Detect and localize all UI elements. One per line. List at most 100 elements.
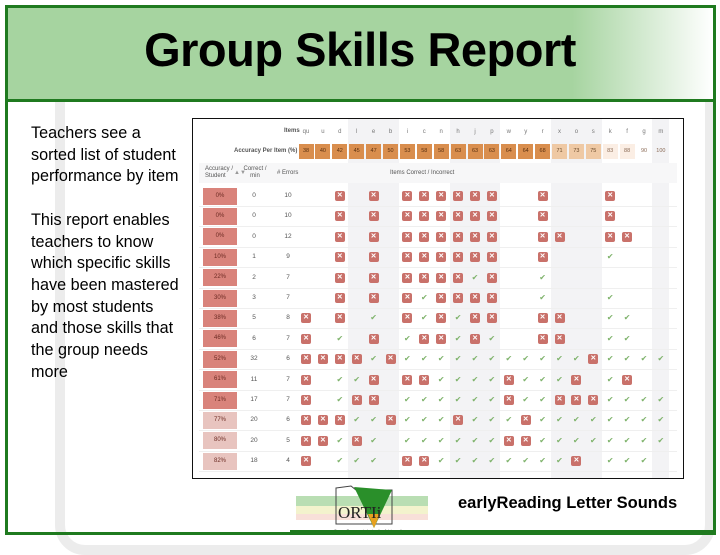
correct-check-icon: ✔ [539,354,546,364]
correct-check-icon: ✔ [454,354,462,364]
correct-check-icon: ✔ [370,456,377,466]
incorrect-x-icon: ✕ [301,313,311,324]
col-header-correct[interactable]: Correct / min [242,166,268,180]
item-accuracy-k: 83 [602,144,618,159]
incorrect-x-icon: ✕ [453,415,464,426]
correct-check-icon: ✔ [573,435,580,445]
item-header-h: h [456,129,460,135]
incorrect-x-icon: ✕ [537,252,548,263]
correct-check-icon: ✔ [606,333,614,343]
incorrect-x-icon: ✕ [317,415,328,426]
incorrect-x-icon: ✕ [402,272,413,283]
incorrect-x-icon: ✕ [436,211,447,222]
correct-check-icon: ✔ [454,333,462,343]
col-header-errors[interactable]: # Errors [277,170,298,176]
correct-check-icon: ✔ [420,395,428,404]
item-accuracy-w: 64 [501,144,517,159]
correct-check-icon: ✔ [437,456,445,466]
incorrect-x-icon: ✕ [486,272,497,283]
bottom-frame-line [290,530,714,533]
correct-check-icon: ✔ [539,293,546,302]
correct-check-icon: ✔ [353,374,361,384]
student-accuracy-badge: 30% [203,289,237,307]
correct-check-icon: ✔ [606,354,614,364]
correct-check-icon: ✔ [556,374,563,384]
correct-check-icon: ✔ [657,415,665,425]
incorrect-x-icon: ✕ [334,191,345,201]
incorrect-x-icon: ✕ [301,354,311,365]
correct-check-icon: ✔ [370,313,377,323]
incorrect-x-icon: ✕ [368,252,379,263]
incorrect-x-icon: ✕ [554,333,565,344]
student-accuracy-badge: 0% [203,187,237,205]
incorrect-x-icon: ✕ [368,333,379,344]
incorrect-x-icon: ✕ [486,313,497,324]
row-divider [199,369,677,371]
row-divider [199,348,677,350]
correct-check-icon: ✔ [336,456,344,466]
student-errors: 5 [286,436,290,444]
incorrect-x-icon: ✕ [385,415,396,426]
item-accuracy-y: 64 [518,144,534,159]
incorrect-x-icon: ✕ [402,313,413,324]
incorrect-x-icon: ✕ [351,435,362,446]
incorrect-x-icon: ✕ [368,211,379,222]
correct-check-icon: ✔ [623,435,631,445]
item-accuracy-p: 63 [484,144,500,159]
student-errors: 4 [286,457,290,465]
correct-check-icon: ✔ [640,456,648,466]
incorrect-x-icon: ✕ [317,354,328,365]
correct-check-icon: ✔ [454,395,462,404]
student-accuracy-badge: 22% [203,269,237,287]
correct-check-icon: ✔ [606,415,614,425]
correct-check-icon: ✔ [370,415,377,425]
incorrect-x-icon: ✕ [402,231,413,242]
item-header-d: d [338,129,342,135]
incorrect-x-icon: ✕ [402,191,413,201]
student-errors: 7 [286,273,290,281]
correct-check-icon: ✔ [437,395,445,404]
incorrect-x-icon: ✕ [436,293,447,303]
correct-check-icon: ✔ [488,435,496,445]
correct-check-icon: ✔ [404,395,411,404]
correct-check-icon: ✔ [589,415,597,425]
item-accuracy-o: 73 [568,144,584,159]
correct-check-icon: ✔ [539,272,546,282]
item-header-y: y [524,129,528,135]
item-header-k: k [608,129,612,135]
incorrect-x-icon: ✕ [571,374,582,385]
student-errors: 10 [284,192,292,199]
logo-label: ORTIi [338,503,382,522]
incorrect-x-icon: ✕ [470,252,480,263]
correct-check-icon: ✔ [505,415,513,425]
correct-check-icon: ✔ [437,415,445,425]
incorrect-x-icon: ✕ [470,191,480,201]
correct-check-icon: ✔ [640,415,648,425]
incorrect-x-icon: ✕ [436,231,447,242]
correct-check-icon: ✔ [471,415,479,425]
correct-check-icon: ✔ [573,415,580,425]
incorrect-x-icon: ✕ [419,252,430,263]
correct-check-icon: ✔ [370,354,377,364]
student-accuracy-badge: 38% [203,309,237,327]
incorrect-x-icon: ✕ [520,415,531,426]
correct-check-icon: ✔ [336,333,344,343]
group-skills-report-table: Items Accuracy Per Item (%) Accuracy / S… [192,118,684,479]
correct-check-icon: ✔ [420,435,428,445]
student-accuracy-badge: 10% [203,248,237,266]
incorrect-x-icon: ✕ [436,252,447,263]
incorrect-x-icon: ✕ [368,272,379,283]
item-accuracy-x: 71 [552,144,567,159]
side-paragraph-2: This report enables teachers to know whi… [31,210,179,381]
row-divider [199,410,677,411]
incorrect-x-icon: ✕ [436,333,447,344]
item-header-m: m [658,129,664,135]
col-header-accuracy[interactable]: Accuracy / Student [205,166,235,180]
item-header-r: r [541,129,544,135]
correct-check-icon: ✔ [606,435,614,445]
incorrect-x-icon: ✕ [334,252,345,263]
correct-check-icon: ✔ [336,395,344,404]
correct-check-icon: ✔ [522,354,530,364]
correct-check-icon: ✔ [505,456,513,466]
correct-check-icon: ✔ [471,395,479,404]
